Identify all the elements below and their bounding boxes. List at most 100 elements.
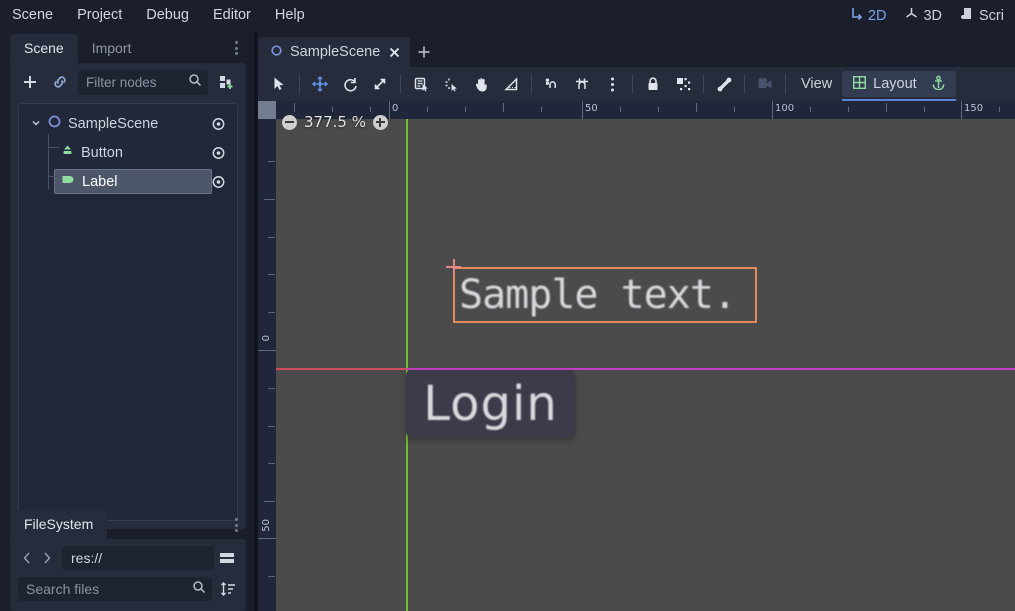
filesystem-tabbar: FileSystem: [0, 508, 254, 539]
toolbar-separator: [785, 74, 786, 94]
sort-icon[interactable]: [218, 578, 238, 600]
pivot-crosshair-icon: [446, 259, 461, 274]
view-menu-label: View: [801, 76, 833, 92]
smart-snap-icon[interactable]: [567, 70, 597, 98]
toolbar-separator: [400, 74, 401, 94]
menu-project[interactable]: Project: [65, 4, 134, 27]
scene-tab-samplescene[interactable]: SampleScene: [258, 37, 411, 67]
search-files-input[interactable]: Search files: [18, 577, 212, 601]
filesystem-path-value: res://: [71, 550, 103, 566]
canvas-node-button[interactable]: Login: [406, 370, 575, 437]
scene-dock-tabbar: Scene Import: [0, 31, 254, 63]
menu-debug[interactable]: Debug: [134, 4, 201, 27]
search-files-placeholder: Search files: [26, 581, 100, 597]
filesystem-search-row: Search files: [18, 576, 238, 602]
set-pivot-icon[interactable]: [436, 70, 466, 98]
main-menu-bar: Scene Project Debug Editor Help 2D 3D Sc…: [0, 0, 1015, 31]
axis-3d-icon: [904, 6, 919, 25]
editor-mode-switcher: 2D 3D Scri: [840, 0, 1015, 31]
mode-label-script: Scri: [979, 7, 1004, 24]
move-icon[interactable]: [305, 70, 335, 98]
vertical-dots-icon[interactable]: [228, 39, 244, 57]
add-scene-tab-button[interactable]: [410, 37, 438, 67]
canvas-label-text: Sample text.: [459, 272, 737, 318]
lock-icon[interactable]: [638, 70, 668, 98]
scale-icon[interactable]: [365, 70, 395, 98]
filesystem-path-row: res://: [18, 545, 238, 571]
chevron-right-icon[interactable]: [38, 547, 56, 569]
tab-filesystem[interactable]: FileSystem: [10, 510, 108, 539]
filter-nodes-input[interactable]: Filter nodes: [78, 69, 208, 95]
mode-button-2d[interactable]: 2D: [840, 2, 896, 29]
close-icon[interactable]: [387, 45, 401, 59]
mode-label-3d: 3D: [923, 7, 943, 24]
eye-icon[interactable]: [211, 145, 226, 160]
scene-tree: SampleScene Button Label: [18, 103, 238, 521]
anchor-icon[interactable]: [931, 75, 946, 94]
vertical-ruler: 0 50: [258, 101, 276, 611]
mode-label-2d: 2D: [867, 7, 887, 24]
hand-icon[interactable]: [466, 70, 496, 98]
filesystem-panel: res:// Search files: [10, 539, 246, 611]
ruler-label-h: 0: [392, 103, 399, 114]
tree-item-label-node[interactable]: Label: [19, 167, 237, 196]
chevron-left-icon[interactable]: [18, 547, 36, 569]
x-axis-line: [276, 368, 407, 370]
tab-scene[interactable]: Scene: [10, 34, 78, 63]
scene-tab-bar: SampleScene: [258, 31, 1015, 67]
ruler-icon[interactable]: [496, 70, 526, 98]
zoom-level-value: 377.5 %: [304, 113, 366, 131]
axis-2d-icon: [849, 6, 864, 25]
link-icon[interactable]: [48, 70, 72, 94]
godot-editor-window: Scene Project Debug Editor Help 2D 3D Sc…: [0, 0, 1015, 611]
label-node-icon: [60, 172, 76, 191]
eye-icon[interactable]: [211, 174, 226, 189]
scene-tree-panel: Filter nodes SampleScene Button Label: [10, 63, 246, 529]
filesystem-path-input[interactable]: res://: [62, 546, 214, 570]
mode-button-3d[interactable]: 3D: [895, 2, 951, 29]
tree-item-button[interactable]: Button: [19, 138, 237, 167]
ruler-label-h: 100: [775, 103, 795, 114]
plus-icon[interactable]: [18, 70, 42, 94]
ruler-corner: [258, 101, 276, 119]
minus-circle-icon[interactable]: [282, 114, 297, 130]
filter-nodes-placeholder: Filter nodes: [86, 74, 157, 90]
plus-circle-icon[interactable]: [372, 114, 388, 130]
tree-item-label: Label: [82, 173, 118, 190]
tab-import[interactable]: Import: [78, 34, 146, 63]
y-axis-line: [406, 119, 408, 611]
split-view-icon[interactable]: [216, 547, 238, 569]
cursor-arrow-icon[interactable]: [264, 70, 294, 98]
snap-icon[interactable]: [537, 70, 567, 98]
menu-scene[interactable]: Scene: [0, 4, 65, 27]
menu-help[interactable]: Help: [263, 4, 317, 27]
search-icon: [188, 73, 202, 92]
2d-canvas-viewport[interactable]: Login Sample text.: [276, 119, 1015, 611]
instance-child-scene-icon[interactable]: [214, 70, 238, 94]
node2d-icon: [270, 44, 283, 61]
canvas-viewport-wrapper: 0 50 100 150 0 50 Login Sample text. 377…: [258, 101, 1015, 611]
menu-editor[interactable]: Editor: [201, 4, 263, 27]
view-menu-button[interactable]: View: [791, 71, 842, 97]
bone-icon[interactable]: [709, 70, 739, 98]
chevron-down-icon[interactable]: [31, 116, 41, 132]
eye-icon[interactable]: [211, 116, 226, 131]
mode-button-script[interactable]: Scri: [951, 2, 1013, 29]
list-select-icon[interactable]: [406, 70, 436, 98]
canvas-node-label-selected[interactable]: Sample text.: [453, 267, 757, 323]
node2d-icon: [47, 114, 62, 133]
rotate-icon[interactable]: [335, 70, 365, 98]
vertical-dots-icon[interactable]: [228, 516, 244, 534]
scene-tab-label: SampleScene: [290, 44, 381, 60]
toolbar-separator: [531, 74, 532, 94]
tree-item-samplescene[interactable]: SampleScene: [19, 109, 237, 138]
tree-guide: [48, 134, 49, 189]
tree-guide: [48, 176, 59, 177]
tree-item-label: Button: [81, 144, 123, 161]
search-icon: [192, 580, 206, 599]
group-icon[interactable]: [668, 70, 698, 98]
layout-menu-button[interactable]: Layout: [842, 71, 956, 101]
ruler-label-v: 50: [261, 519, 272, 532]
camera-icon[interactable]: [750, 70, 780, 98]
vertical-dots-icon[interactable]: [597, 70, 627, 98]
